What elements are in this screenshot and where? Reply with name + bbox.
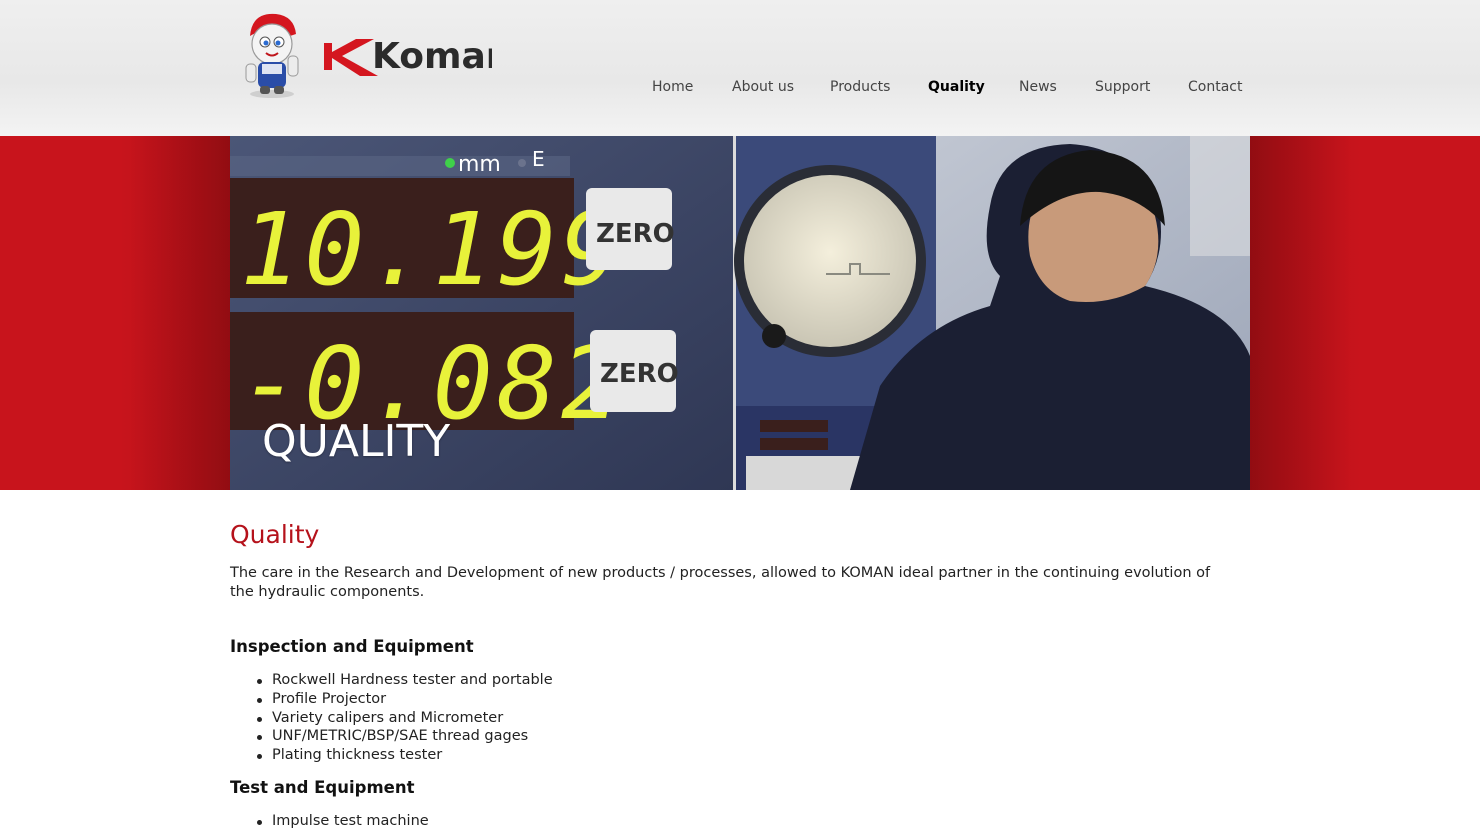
list-item: Plating thickness tester — [257, 746, 1230, 765]
section-title-inspection: Inspection and Equipment — [230, 637, 474, 656]
nav-item-news[interactable]: News — [1019, 79, 1057, 95]
nav-item-contact[interactable]: Contact — [1188, 79, 1242, 95]
section-title-test: Test and Equipment — [230, 777, 415, 797]
banner-shadow-left — [130, 136, 230, 490]
banner-image: mm E 10.199 -0.082 ZERO ZERO QUALITY — [230, 136, 1250, 490]
nav-item-products[interactable]: Products — [830, 79, 890, 95]
list-item: Rockwell Hardness tester and portable — [257, 671, 1230, 690]
list-item: UNF/METRIC/BSP/SAE thread gages — [257, 727, 1230, 746]
inspection-list: Rockwell Hardness tester and portable Pr… — [230, 671, 1230, 765]
nav-item-about-us[interactable]: About us — [732, 79, 794, 95]
zero-button-top: ZERO — [596, 219, 675, 249]
banner-shadow-right — [1250, 136, 1350, 490]
logo-wordmark: Koman — [372, 36, 492, 77]
readout-top-value: 10.199 — [240, 191, 625, 308]
nav-item-home[interactable]: Home — [652, 79, 693, 95]
list-item: Variety calipers and Micrometer — [257, 709, 1230, 728]
zero-button-bottom: ZERO — [600, 359, 679, 389]
readout-unit-e: E — [532, 147, 545, 171]
page-title: Quality — [230, 520, 320, 549]
list-item: Profile Projector — [257, 690, 1230, 709]
main-nav: Home About us Products Quality News Supp… — [0, 79, 1480, 99]
banner-title: QUALITY — [262, 416, 451, 467]
hero-banner: mm E 10.199 -0.082 ZERO ZERO QUALITY — [0, 136, 1480, 490]
intro-paragraph: The care in the Research and Development… — [230, 565, 1211, 600]
nav-item-support[interactable]: Support — [1095, 79, 1150, 95]
test-list: Impulse test machine — [230, 812, 1230, 831]
site-header: Koman Home About us Products Quality New… — [0, 0, 1480, 136]
main-content: Quality The care in the Research and Dev… — [230, 520, 1230, 831]
nav-item-quality[interactable]: Quality — [928, 79, 985, 95]
list-item: Impulse test machine — [257, 812, 1230, 831]
readout-unit-mm: mm — [458, 152, 501, 177]
